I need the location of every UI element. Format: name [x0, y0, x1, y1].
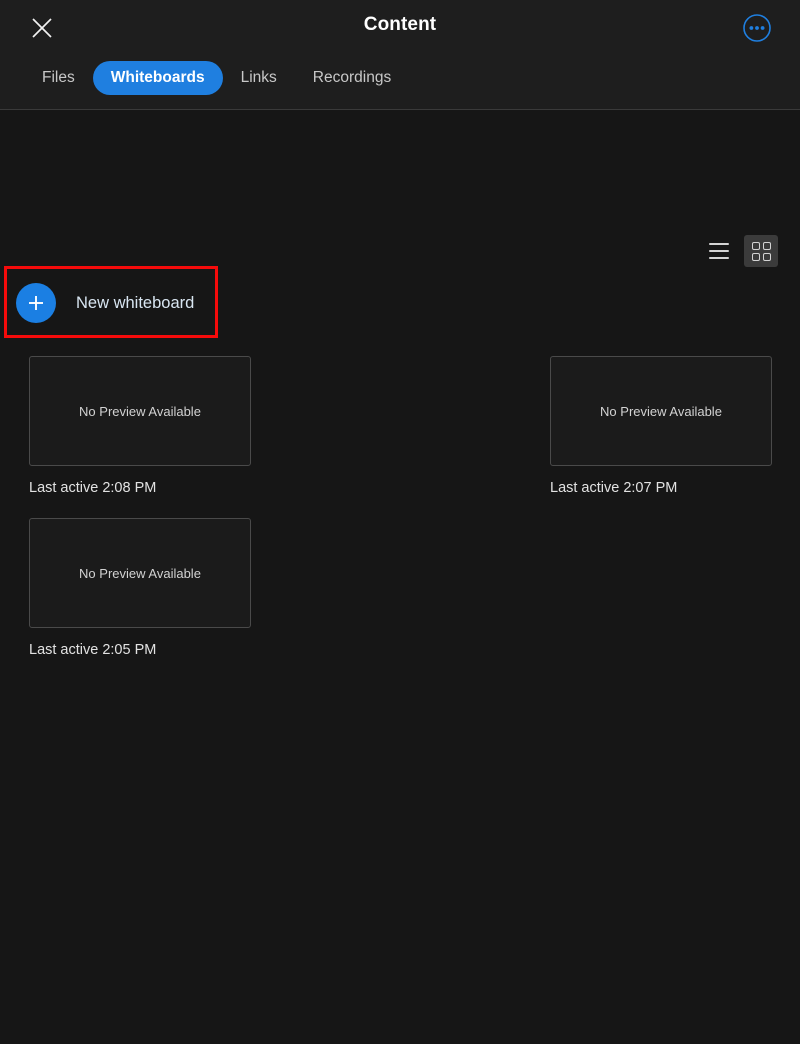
whiteboard-preview[interactable]: No Preview Available [29, 356, 251, 466]
tab-files[interactable]: Files [24, 61, 93, 95]
tab-links[interactable]: Links [223, 61, 295, 95]
header-bar: Content Files Whiteboards Links Recordin… [0, 0, 800, 110]
whiteboard-preview[interactable]: No Preview Available [29, 518, 251, 628]
preview-placeholder-text: No Preview Available [79, 403, 201, 419]
whiteboard-last-active: Last active 2:07 PM [550, 480, 678, 496]
grid-view-glyph [751, 241, 771, 261]
more-options-icon[interactable] [740, 11, 774, 45]
list-view-icon[interactable] [702, 235, 736, 267]
whiteboard-preview[interactable]: No Preview Available [550, 356, 772, 466]
whiteboard-last-active: Last active 2:08 PM [29, 480, 157, 496]
preview-placeholder-text: No Preview Available [79, 565, 201, 581]
new-whiteboard-button[interactable]: New whiteboard [16, 280, 194, 326]
content-panel: Content Files Whiteboards Links Recordin… [0, 0, 800, 1044]
whiteboard-card[interactable]: No Preview Available Last active 2:08 PM [29, 356, 251, 496]
whiteboard-grid: No Preview Available Last active 2:08 PM… [29, 356, 773, 658]
plus-icon [16, 283, 56, 323]
whiteboards-content: New whiteboard No Preview Available Last… [0, 110, 800, 1044]
whiteboard-card[interactable]: No Preview Available Last active 2:07 PM [550, 356, 772, 496]
tab-bar: Files Whiteboards Links Recordings [24, 61, 409, 95]
list-view-glyph [709, 243, 729, 259]
view-toggle-group [702, 235, 778, 267]
tab-whiteboards[interactable]: Whiteboards [92, 61, 223, 95]
preview-placeholder-text: No Preview Available [600, 403, 722, 419]
whiteboard-last-active: Last active 2:05 PM [29, 642, 157, 658]
page-title: Content [363, 14, 437, 35]
grid-view-icon[interactable] [744, 235, 778, 267]
whiteboard-card[interactable]: No Preview Available Last active 2:05 PM [29, 518, 251, 658]
new-whiteboard-label: New whiteboard [76, 293, 195, 312]
tab-recordings[interactable]: Recordings [295, 61, 409, 95]
